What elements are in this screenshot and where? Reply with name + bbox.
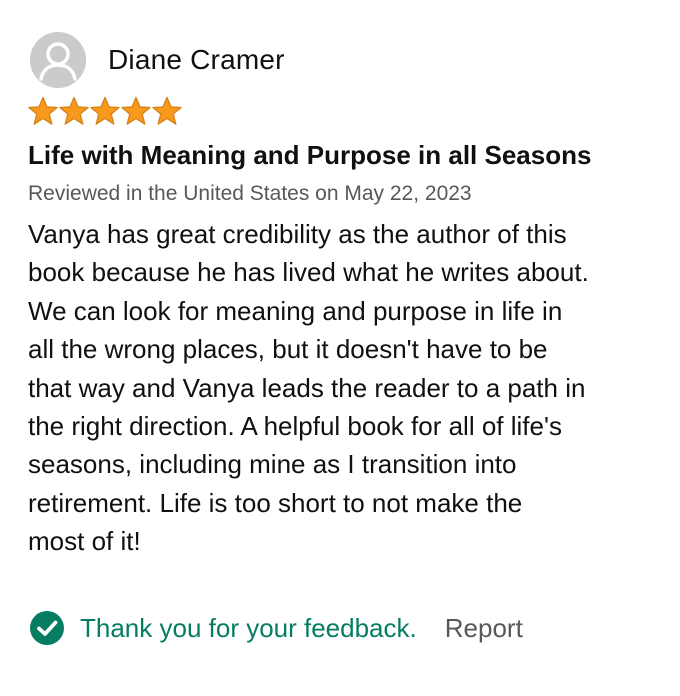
review-card: Diane Cramer Life with Meaning and Purpo… xyxy=(0,0,680,696)
star-icon xyxy=(152,96,182,126)
review-body: Vanya has great credibility as the autho… xyxy=(28,215,658,561)
reviewer-profile: Diane Cramer xyxy=(30,32,285,88)
star-icon xyxy=(121,96,151,126)
review-body-line: Vanya has great credibility as the autho… xyxy=(28,219,567,249)
check-circle-icon xyxy=(30,611,64,645)
review-body-line: book because he has lived what he writes… xyxy=(28,257,589,288)
report-link[interactable]: Report xyxy=(445,613,523,644)
star-icon xyxy=(59,96,89,126)
review-body-line: We can look for meaning and purpose in l… xyxy=(28,295,563,326)
review-body-line: retirement. Life is too short to not mak… xyxy=(28,487,523,518)
star-rating xyxy=(28,96,182,126)
star-icon xyxy=(90,96,120,126)
review-body-line: seasons, including mine as I transition … xyxy=(28,449,517,480)
review-body-line: that way and Vanya leads the reader to a… xyxy=(28,372,586,403)
feedback-row: Thank you for your feedback. Report xyxy=(30,608,523,648)
reviewer-name[interactable]: Diane Cramer xyxy=(108,44,285,76)
review-body-line: most of it! xyxy=(28,526,141,557)
review-title: Life with Meaning and Purpose in all Sea… xyxy=(28,140,592,170)
review-body-line: all the wrong places, but it doesn't hav… xyxy=(28,334,548,365)
review-date: Reviewed in the United States on May 22,… xyxy=(28,182,472,205)
review-body-line: the right direction. A helpful book for … xyxy=(28,411,562,442)
feedback-thanks-text: Thank you for your feedback. xyxy=(80,612,417,643)
star-icon xyxy=(28,96,58,126)
avatar-icon xyxy=(30,32,86,88)
